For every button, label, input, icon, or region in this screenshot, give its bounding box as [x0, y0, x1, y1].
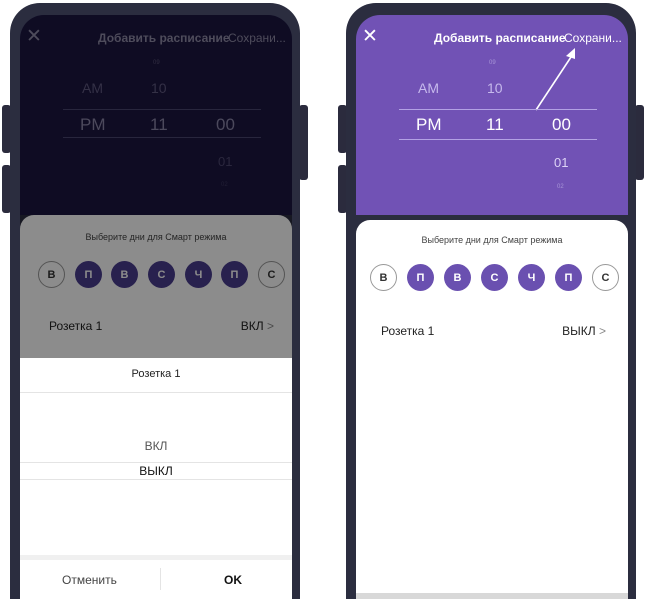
picker-am[interactable]: AM	[418, 80, 439, 96]
picker-minute[interactable]: 01	[554, 155, 568, 170]
right-phone: ✕ Добавить расписание Сохрани... 09 AM 1…	[338, 0, 644, 599]
picker-divider	[399, 139, 597, 140]
divider	[20, 479, 292, 480]
power-button	[299, 105, 308, 180]
ok-button[interactable]: OK	[224, 573, 242, 587]
sheet-title: Розетка 1	[131, 368, 181, 380]
divider	[20, 462, 292, 463]
screen: ✕ Добавить расписание Сохрани... 09 AM 1…	[356, 15, 628, 599]
day-toggle[interactable]: В	[444, 264, 471, 291]
schedule-header: ✕ Добавить расписание Сохрани... 09 AM 1…	[356, 15, 628, 215]
day-toggle[interactable]: С	[481, 264, 508, 291]
day-toggle[interactable]: П	[555, 264, 582, 291]
power-button	[635, 105, 644, 180]
picker-minute-selected[interactable]: 00	[552, 115, 571, 135]
cancel-button[interactable]: Отменить	[62, 573, 117, 587]
picker-hour[interactable]: 10	[487, 80, 503, 96]
picker-hour-faint: 09	[489, 60, 496, 66]
picker-pm-selected[interactable]: PM	[416, 115, 442, 135]
socket-value-group: ВЫКЛ >	[562, 324, 606, 338]
state-picker-sheet: Розетка 1 ВКЛ ВЫКЛ Отменить OK	[20, 358, 292, 599]
option-on[interactable]: ВКЛ	[20, 439, 292, 453]
picker-hour-selected[interactable]: 11	[486, 115, 504, 135]
days-label: Выберите дни для Смарт режима	[421, 235, 563, 245]
socket-label: Розетка 1	[381, 324, 435, 338]
days-card: Выберите дни для Смарт режима В П В С Ч …	[356, 220, 628, 599]
picker-divider	[399, 109, 597, 110]
picker-minute-faint: 02	[557, 184, 564, 190]
divider	[160, 568, 161, 590]
chevron-right-icon: >	[598, 324, 606, 338]
screen: ✕ Добавить расписание Сохрани... 09 AM 1…	[20, 15, 292, 599]
day-toggle[interactable]: В	[370, 264, 397, 291]
socket-value: ВЫКЛ	[562, 324, 596, 338]
left-phone: ✕ Добавить расписание Сохрани... 09 AM 1…	[2, 0, 308, 599]
option-off-selected[interactable]: ВЫКЛ	[20, 464, 292, 478]
day-toggle[interactable]: С	[592, 264, 619, 291]
divider	[20, 392, 292, 393]
day-toggle[interactable]: Ч	[518, 264, 545, 291]
sheet-actions: Отменить OK	[20, 555, 292, 599]
bottom-edge	[356, 593, 628, 599]
day-toggle[interactable]: П	[407, 264, 434, 291]
